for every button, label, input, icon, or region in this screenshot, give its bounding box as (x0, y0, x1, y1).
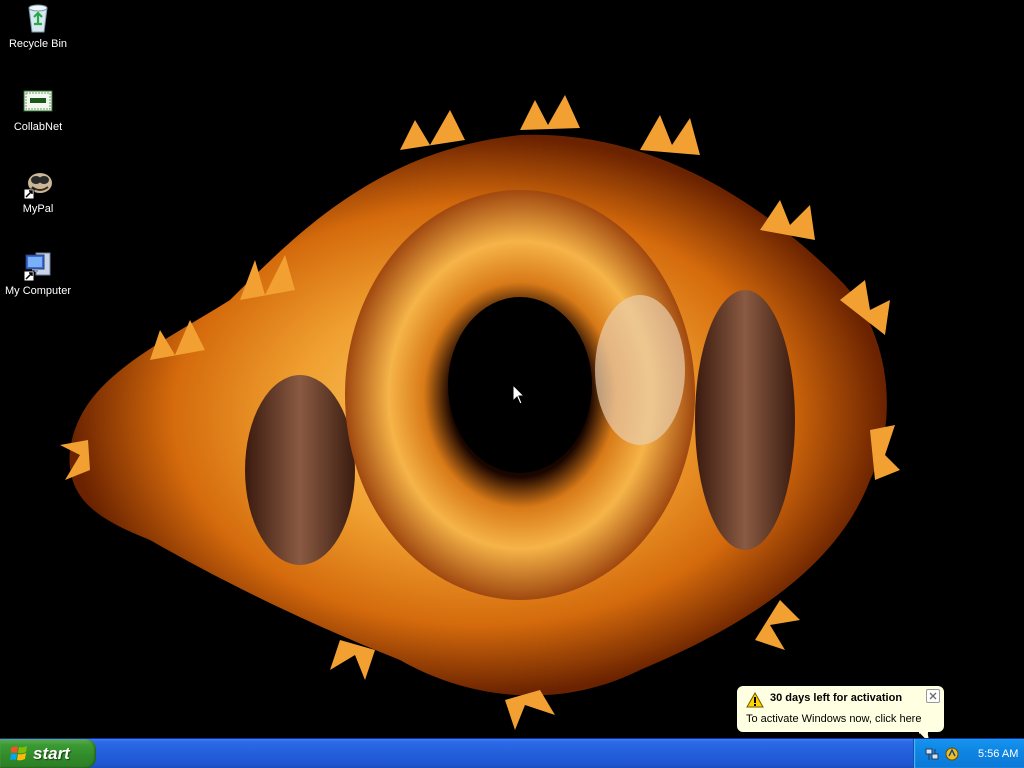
system-tray: 5:56 AM (913, 739, 1024, 768)
mypal-icon (23, 173, 52, 199)
collabnet-icon (23, 90, 53, 112)
start-button[interactable]: start (0, 739, 96, 768)
start-label: start (33, 743, 70, 763)
clock[interactable]: 5:56 AM (978, 748, 1018, 760)
desktop-icon-label: MyPal (22, 203, 54, 215)
desktop-icon-label: CollabNet (13, 121, 63, 133)
desktop-icon-label: My Computer (4, 285, 72, 297)
network-icon[interactable] (924, 746, 940, 762)
my-computer-icon (23, 252, 51, 281)
warning-icon (746, 692, 764, 708)
close-icon (929, 692, 937, 700)
desktop[interactable]: Recycle Bin CollabNet MyPal My Computer (0, 0, 1024, 738)
balloon-activate-link[interactable]: To activate Windows now, click here (746, 713, 921, 725)
balloon-title: 30 days left for activation (770, 692, 903, 704)
taskbar: start 5:56 AM (0, 738, 1024, 768)
activation-balloon[interactable]: 30 days left for activation To activate … (736, 685, 945, 733)
flaming-eye-wallpaper (60, 95, 900, 730)
desktop-icon-my-computer[interactable]: My Computer (0, 249, 76, 297)
desktop-icon-recycle-bin[interactable]: Recycle Bin (0, 2, 76, 50)
mouse-cursor-icon (512, 384, 526, 405)
desktop-icon-label: Recycle Bin (8, 38, 68, 50)
balloon-close-button[interactable] (926, 689, 940, 703)
desktop-icon-mypal[interactable]: MyPal (0, 167, 76, 215)
desktop-icon-collabnet[interactable]: CollabNet (0, 85, 76, 133)
windows-activation-icon[interactable] (944, 746, 960, 762)
recycle-bin-icon (28, 4, 48, 33)
windows-logo-icon (10, 745, 27, 760)
